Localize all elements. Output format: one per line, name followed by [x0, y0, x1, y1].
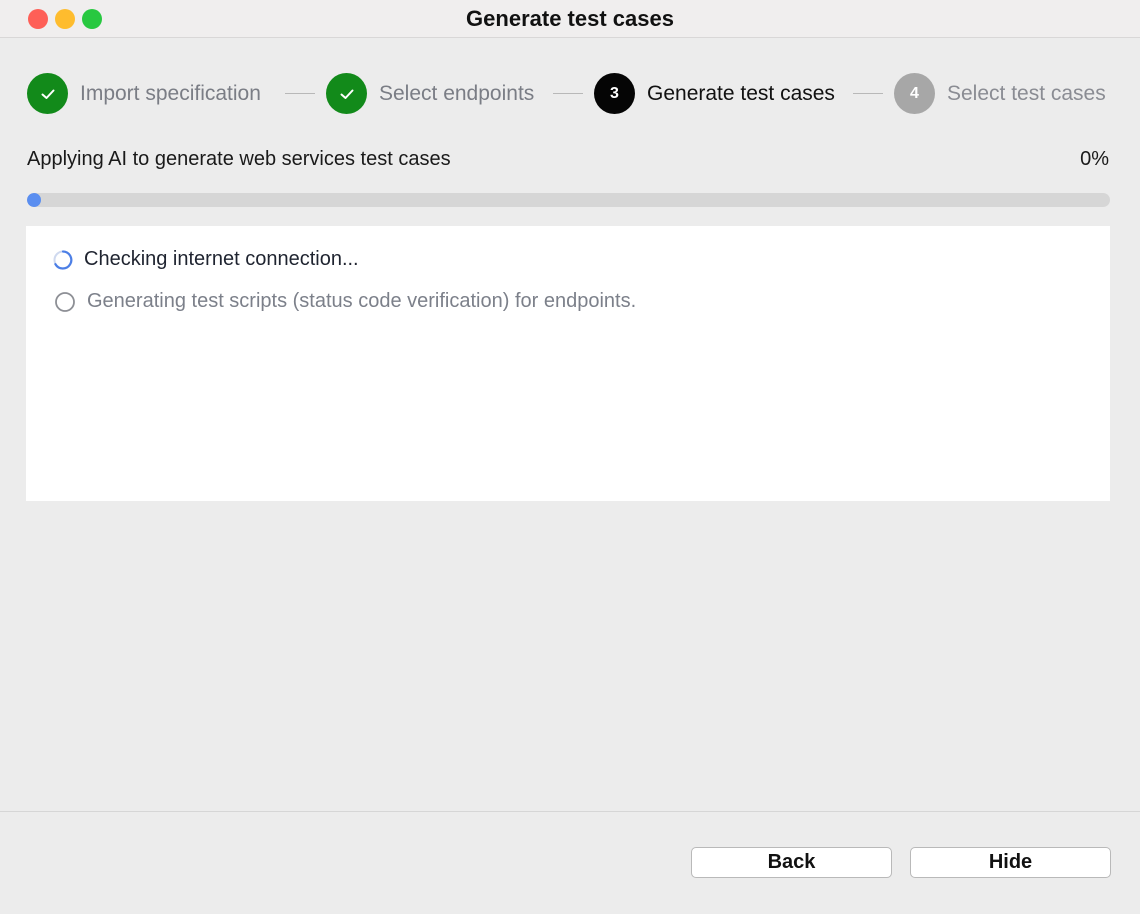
step-label: Generate test cases — [647, 81, 835, 105]
step-number-badge: 4 — [894, 73, 935, 114]
footer-divider — [0, 811, 1140, 812]
log-item: Generating test scripts (status code ver… — [52, 290, 636, 313]
check-icon — [27, 73, 68, 114]
wizard-stepper: Import specification Select endpoints 3 … — [27, 73, 1117, 114]
step-label: Import specification — [80, 81, 261, 105]
log-item-text: Generating test scripts (status code ver… — [87, 290, 637, 312]
step-connector — [285, 93, 315, 94]
log-item: Checking internet connection... — [52, 248, 359, 271]
check-icon — [326, 73, 367, 114]
step-select-endpoints: Select endpoints — [326, 73, 534, 114]
empty-circle-icon — [55, 291, 75, 312]
step-number-badge: 3 — [594, 73, 635, 114]
back-button[interactable]: Back — [691, 847, 892, 878]
title-bar: Generate test cases — [0, 0, 1140, 38]
progress-percent: 0% — [1080, 148, 1109, 170]
progress-bar-fill — [27, 193, 41, 207]
step-label: Select endpoints — [379, 81, 535, 105]
step-label: Select test cases — [947, 81, 1106, 105]
progress-label: Applying AI to generate web services tes… — [27, 148, 451, 170]
step-connector — [553, 93, 583, 94]
spinner-icon — [53, 249, 73, 270]
step-select-test-cases: 4 Select test cases — [894, 73, 1106, 114]
step-generate-test-cases: 3 Generate test cases — [594, 73, 835, 114]
progress-bar — [27, 193, 1110, 207]
step-connector — [853, 93, 883, 94]
step-import-specification: Import specification — [27, 73, 261, 114]
log-item-text: Checking internet connection... — [84, 248, 359, 270]
status-log-panel: Checking internet connection... Generati… — [26, 226, 1110, 501]
window-title: Generate test cases — [466, 6, 674, 31]
hide-button[interactable]: Hide — [910, 847, 1111, 878]
